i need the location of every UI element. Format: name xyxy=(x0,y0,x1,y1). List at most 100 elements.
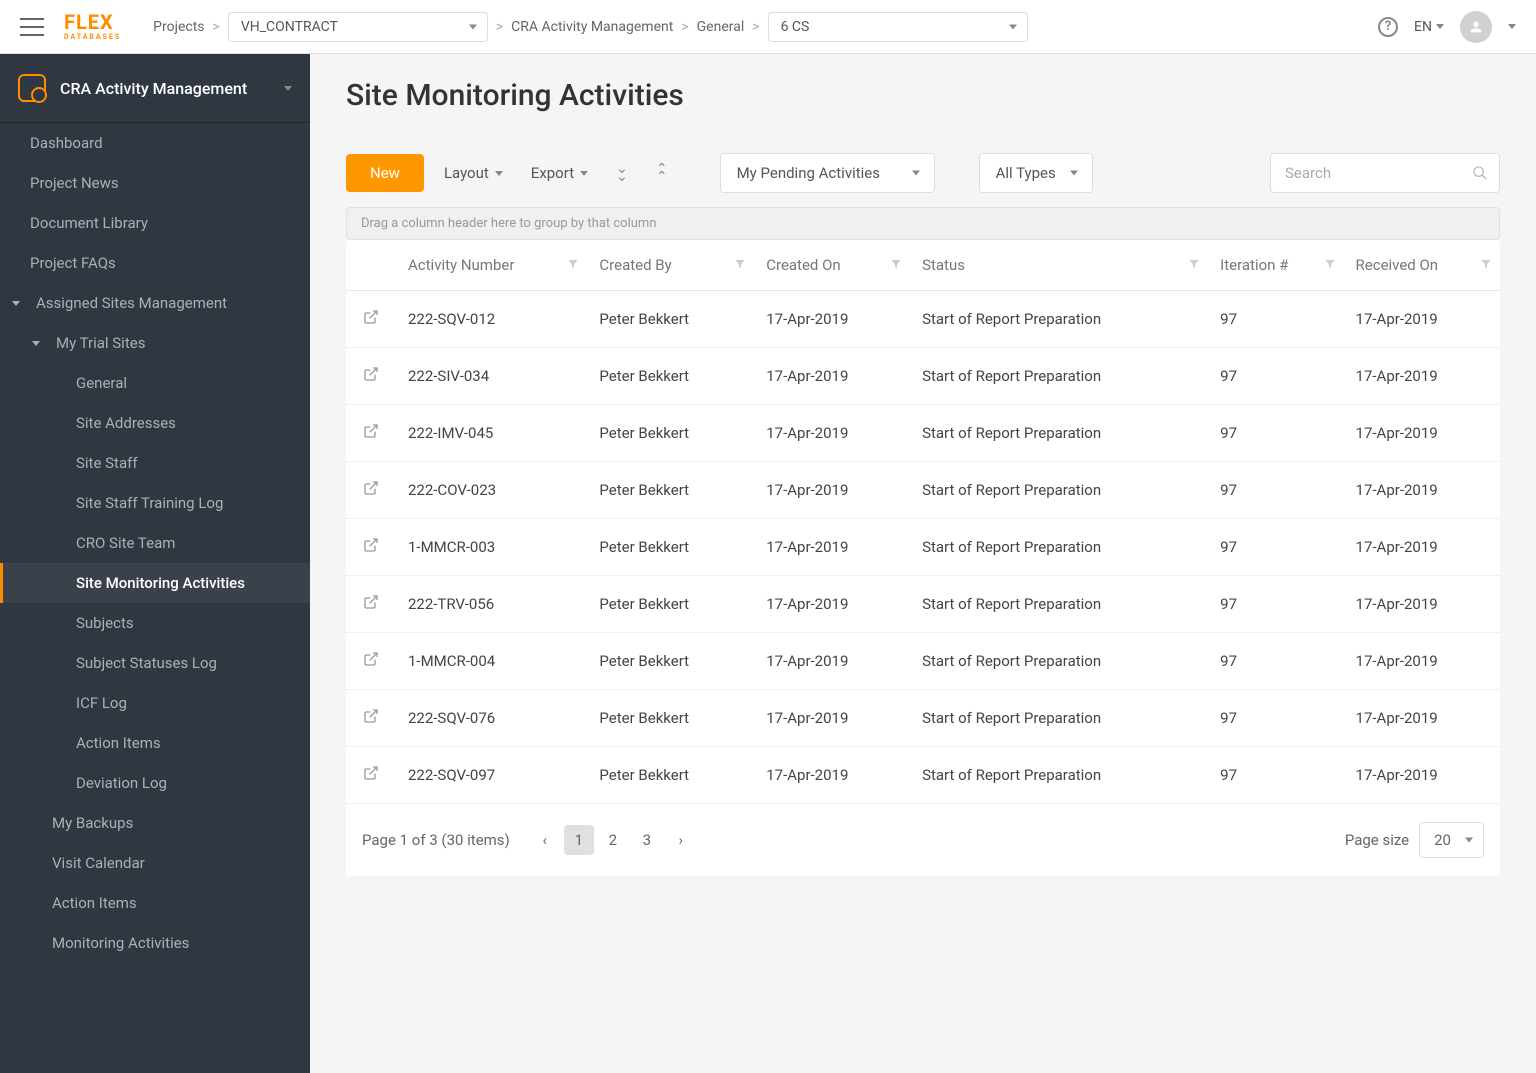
filter-icon[interactable] xyxy=(567,256,579,274)
cell: Start of Report Preparation xyxy=(910,405,1208,462)
sidebar-label: CRO Site Team xyxy=(76,534,175,552)
open-cell[interactable] xyxy=(346,633,396,690)
table-row[interactable]: 222-SQV-076Peter Bekkert17-Apr-2019Start… xyxy=(346,690,1500,747)
open-cell[interactable] xyxy=(346,690,396,747)
group-hint[interactable]: Drag a column header here to group by th… xyxy=(346,207,1500,240)
cell: 17-Apr-2019 xyxy=(754,576,910,633)
open-cell[interactable] xyxy=(346,291,396,348)
new-button[interactable]: New xyxy=(346,154,424,192)
sidebar-label: Project FAQs xyxy=(30,254,116,272)
open-cell[interactable] xyxy=(346,576,396,633)
table-row[interactable]: 222-SQV-012Peter Bekkert17-Apr-2019Start… xyxy=(346,291,1500,348)
sidebar-item[interactable]: Subjects xyxy=(0,603,310,643)
chevron-down-icon xyxy=(32,341,40,346)
sidebar-item[interactable]: Assigned Sites Management xyxy=(0,283,310,323)
sidebar-header[interactable]: CRA Activity Management xyxy=(0,54,310,123)
sidebar-item[interactable]: Site Staff Training Log xyxy=(0,483,310,523)
table-row[interactable]: 222-IMV-045Peter Bekkert17-Apr-2019Start… xyxy=(346,405,1500,462)
sidebar-item[interactable]: General xyxy=(0,363,310,403)
cell: 222-SQV-097 xyxy=(396,747,587,804)
open-external-icon[interactable] xyxy=(363,366,379,382)
sidebar-item[interactable]: ICF Log xyxy=(0,683,310,723)
open-external-icon[interactable] xyxy=(363,765,379,781)
column-header[interactable]: Created On xyxy=(754,240,910,291)
layout-button[interactable]: Layout xyxy=(436,158,511,188)
table-row[interactable]: 222-TRV-056Peter Bekkert17-Apr-2019Start… xyxy=(346,576,1500,633)
language-select[interactable]: EN xyxy=(1414,19,1444,35)
project-select[interactable]: VH_CONTRACT xyxy=(228,12,488,42)
filter-icon[interactable] xyxy=(1188,256,1200,274)
sidebar-item-my-trial-sites[interactable]: My Trial Sites xyxy=(0,323,310,363)
expand-all-button[interactable]: ⌄⌄ xyxy=(608,159,636,188)
collapse-all-button[interactable]: ⌃⌃ xyxy=(648,159,676,188)
open-external-icon[interactable] xyxy=(363,423,379,439)
sidebar-item[interactable]: Dashboard xyxy=(0,123,310,163)
cell: 17-Apr-2019 xyxy=(754,462,910,519)
column-header[interactable]: Created By xyxy=(587,240,754,291)
help-icon[interactable]: ? xyxy=(1378,17,1398,37)
avatar[interactable] xyxy=(1460,11,1492,43)
cell: Start of Report Preparation xyxy=(910,348,1208,405)
chevron-down-icon xyxy=(1436,24,1444,29)
sidebar-item[interactable]: Monitoring Activities xyxy=(0,923,310,963)
column-header[interactable]: Iteration # xyxy=(1208,240,1343,291)
sidebar-item[interactable]: Action Items xyxy=(0,883,310,923)
sidebar-item[interactable]: CRO Site Team xyxy=(0,523,310,563)
open-cell[interactable] xyxy=(346,747,396,804)
page-button[interactable]: 1 xyxy=(564,825,594,855)
table-row[interactable]: 1-MMCR-003Peter Bekkert17-Apr-2019Start … xyxy=(346,519,1500,576)
column-header[interactable]: Received On xyxy=(1344,240,1500,291)
sidebar-item[interactable]: Project News xyxy=(0,163,310,203)
breadcrumb-projects[interactable]: Projects xyxy=(153,19,204,35)
pending-filter-select[interactable]: My Pending Activities xyxy=(720,153,935,193)
open-cell[interactable] xyxy=(346,519,396,576)
table-row[interactable]: 222-SIV-034Peter Bekkert17-Apr-2019Start… xyxy=(346,348,1500,405)
open-cell[interactable] xyxy=(346,348,396,405)
column-header[interactable]: Activity Number xyxy=(396,240,587,291)
sidebar-item[interactable]: Site Staff xyxy=(0,443,310,483)
page-button[interactable]: 3 xyxy=(632,825,662,855)
search-input[interactable] xyxy=(1270,153,1500,193)
breadcrumb-general[interactable]: General xyxy=(697,19,745,35)
page-button[interactable]: 2 xyxy=(598,825,628,855)
table-row[interactable]: 1-MMCR-004Peter Bekkert17-Apr-2019Start … xyxy=(346,633,1500,690)
open-external-icon[interactable] xyxy=(363,537,379,553)
sidebar-item[interactable]: Site Addresses xyxy=(0,403,310,443)
types-filter-select[interactable]: All Types xyxy=(979,153,1093,193)
sidebar-item[interactable]: Project FAQs xyxy=(0,243,310,283)
open-external-icon[interactable] xyxy=(363,651,379,667)
column-header[interactable]: Status xyxy=(910,240,1208,291)
breadcrumb-activity[interactable]: CRA Activity Management xyxy=(511,19,673,35)
page-size-select[interactable]: 20 xyxy=(1419,822,1484,858)
filter-icon[interactable] xyxy=(1324,256,1336,274)
menu-toggle-button[interactable] xyxy=(20,18,44,36)
filter-icon[interactable] xyxy=(1480,256,1492,274)
filter-icon[interactable] xyxy=(890,256,902,274)
sidebar-item[interactable]: Deviation Log xyxy=(0,763,310,803)
cell: Peter Bekkert xyxy=(587,576,754,633)
cell: 17-Apr-2019 xyxy=(754,519,910,576)
sidebar-item[interactable]: Site Monitoring Activities xyxy=(0,563,310,603)
open-external-icon[interactable] xyxy=(363,594,379,610)
sidebar-item[interactable]: Subject Statuses Log xyxy=(0,643,310,683)
filter-icon[interactable] xyxy=(734,256,746,274)
open-cell[interactable] xyxy=(346,405,396,462)
table-row[interactable]: 222-SQV-097Peter Bekkert17-Apr-2019Start… xyxy=(346,747,1500,804)
cell: Start of Report Preparation xyxy=(910,291,1208,348)
open-external-icon[interactable] xyxy=(363,309,379,325)
sidebar-item[interactable]: Action Items xyxy=(0,723,310,763)
site-select[interactable]: 6 CS xyxy=(768,12,1028,42)
table-row[interactable]: 222-COV-023Peter Bekkert17-Apr-2019Start… xyxy=(346,462,1500,519)
open-cell[interactable] xyxy=(346,462,396,519)
export-button[interactable]: Export xyxy=(523,158,596,188)
cell: 97 xyxy=(1208,291,1343,348)
sidebar-item[interactable]: Document Library xyxy=(0,203,310,243)
open-external-icon[interactable] xyxy=(363,480,379,496)
chevron-down-icon[interactable] xyxy=(1508,24,1516,29)
sidebar-item[interactable]: Visit Calendar xyxy=(0,843,310,883)
open-external-icon[interactable] xyxy=(363,708,379,724)
prev-page-button[interactable]: ‹ xyxy=(530,825,560,855)
search-icon[interactable] xyxy=(1472,165,1488,181)
sidebar-item[interactable]: My Backups xyxy=(0,803,310,843)
next-page-button[interactable]: › xyxy=(666,825,696,855)
